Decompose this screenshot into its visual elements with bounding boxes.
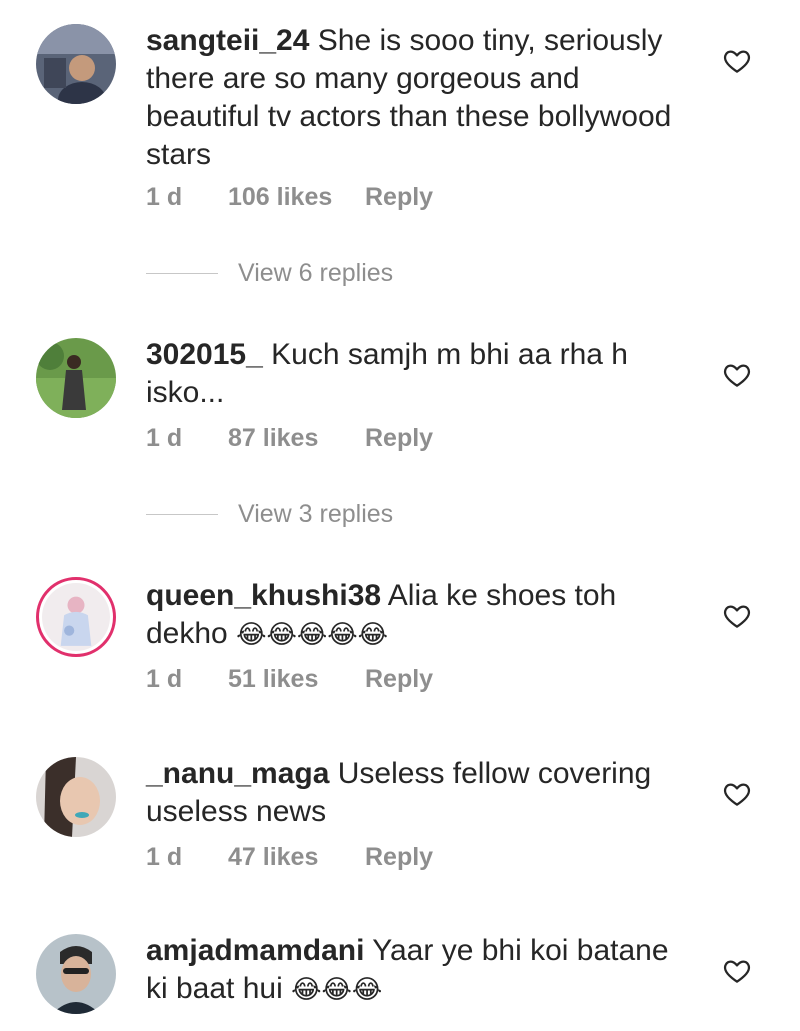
avatar-image xyxy=(36,24,116,104)
comment-time: 1 d xyxy=(146,665,183,693)
like-heart-icon[interactable] xyxy=(722,46,752,76)
like-heart-icon[interactable] xyxy=(722,360,752,390)
comment-text: _nanu_maga Useless fellow covering usele… xyxy=(146,755,686,831)
avatar-image xyxy=(36,338,116,418)
avatar-image xyxy=(36,934,116,1014)
divider xyxy=(146,514,218,515)
comment-emoji: 😂😂😂 xyxy=(291,975,383,1005)
like-heart-icon[interactable] xyxy=(722,779,752,809)
like-heart-icon[interactable] xyxy=(722,601,752,631)
avatar[interactable] xyxy=(36,24,116,104)
comment-likes[interactable]: 47 likes xyxy=(228,843,365,872)
comment-emoji: 😂😂😂😂😂 xyxy=(236,620,388,650)
avatar[interactable] xyxy=(36,338,116,418)
comment-text: queen_khushi38 Alia ke shoes toh dekho 😂… xyxy=(146,577,686,654)
comment-text: amjadmamdani Yaar ye bhi koi batane ki b… xyxy=(146,932,686,1009)
comment-username[interactable]: queen_khushi38 xyxy=(146,579,381,612)
view-replies-label: View 6 replies xyxy=(238,259,394,287)
avatar[interactable] xyxy=(36,577,116,657)
avatar[interactable] xyxy=(36,757,116,837)
comment-username[interactable]: sangteii_24 xyxy=(146,24,309,57)
reply-button[interactable]: Reply xyxy=(365,843,433,872)
comment-text: sangteii_24 She is sooo tiny, seriously … xyxy=(146,22,686,174)
comment-meta: 1 d 106 likes Reply xyxy=(146,183,433,212)
divider xyxy=(146,273,218,274)
like-heart-icon[interactable] xyxy=(722,956,752,986)
avatar-image xyxy=(42,583,110,651)
comment-meta: 1 d 87 likes Reply xyxy=(146,424,433,453)
comment-time: 1 d xyxy=(146,183,183,211)
comment-username[interactable]: amjadmamdani xyxy=(146,934,364,967)
comment-time: 1 d xyxy=(146,843,183,871)
comment-text: 302015_ Kuch samjh m bhi aa rha h isko..… xyxy=(146,336,686,412)
comment-username[interactable]: _nanu_maga xyxy=(146,757,329,790)
comment-username[interactable]: 302015_ xyxy=(146,338,263,371)
comment-likes[interactable]: 106 likes xyxy=(228,183,365,212)
comment-meta: 1 d 47 likes Reply xyxy=(146,843,433,872)
avatar-image xyxy=(36,757,116,837)
comment-meta: 1 d 51 likes Reply xyxy=(146,665,433,694)
comment-time: 1 d xyxy=(146,424,183,452)
view-replies-label: View 3 replies xyxy=(238,500,394,528)
reply-button[interactable]: Reply xyxy=(365,665,433,694)
reply-button[interactable]: Reply xyxy=(365,183,433,212)
comment-likes[interactable]: 87 likes xyxy=(228,424,365,453)
avatar[interactable] xyxy=(36,934,116,1014)
reply-button[interactable]: Reply xyxy=(365,424,433,453)
view-replies-button[interactable]: View 3 replies xyxy=(146,500,393,529)
comment-likes[interactable]: 51 likes xyxy=(228,665,365,694)
view-replies-button[interactable]: View 6 replies xyxy=(146,259,393,288)
